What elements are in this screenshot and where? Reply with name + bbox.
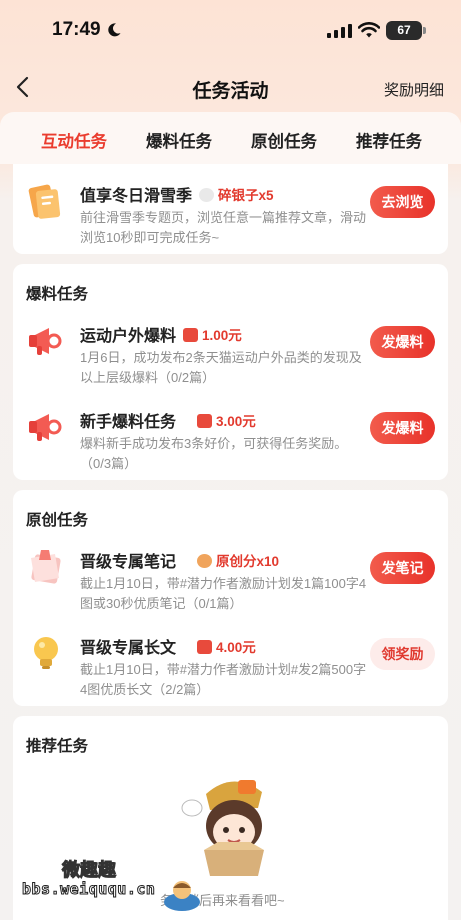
task-item: 晋级专属笔记 原创分x10 截止1月10日，带#潜力作者激励计划发1篇100字4… — [13, 542, 448, 622]
ticket-icon — [28, 184, 61, 219]
section-title: 原创任务 — [26, 512, 89, 529]
task-description: 1月6日，成功发布2条天猫运动户外品类的发现及以上层级爆料（0/2篇） — [80, 350, 362, 385]
interactive-task-card: 值享冬日滑雪季 碎银子x5 前往滑雪季专题页，浏览任意一篇推荐文章，滑动浏览10… — [13, 164, 448, 254]
cellular-signal-icon — [327, 24, 352, 38]
tab-tip-off[interactable]: 爆料任务 — [146, 128, 212, 152]
task-description: 截止1月10日，带#潜力作者激励计划#发2篇500字4图优质长文（2/2篇） — [80, 662, 367, 697]
task-title: 新手爆料任务 — [80, 414, 177, 431]
task-description: 前往滑雪季专题页，浏览任意一篇推荐文章，滑动浏览10秒即可完成任务~ — [80, 210, 367, 245]
reward-details-link[interactable]: 奖励明细 — [384, 79, 444, 100]
post-tip-button[interactable]: 发爆料 — [370, 326, 435, 358]
section-title: 推荐任务 — [26, 738, 89, 755]
task-description: 截止1月10日，带#潜力作者激励计划发1篇100字4图或30秒优质笔记（0/1篇… — [80, 576, 367, 611]
moon-icon — [108, 23, 121, 37]
task-title: 晋级专属笔记 — [80, 554, 177, 571]
task-item: 晋级专属长文 4.00元 截止1月10日，带#潜力作者激励计划#发2篇500字4… — [13, 628, 448, 704]
task-title: 晋级专属长文 — [80, 640, 177, 657]
red-envelope-icon — [197, 640, 212, 654]
claim-reward-button[interactable]: 领奖励 — [370, 638, 435, 670]
task-description: 爆料新手成功发布3条好价，可获得任务奖励。（0/3篇） — [80, 436, 348, 471]
browse-button[interactable]: 去浏览 — [370, 186, 435, 218]
nav-bar: 任务活动 奖励明细 — [0, 62, 461, 112]
note-icon — [31, 550, 61, 584]
watermark-title: 微趣趣 — [62, 860, 117, 881]
task-title: 值享冬日滑雪季 — [80, 188, 193, 205]
original-points-icon — [197, 554, 212, 568]
reward-badge: 3.00元 — [197, 410, 256, 430]
task-title: 运动户外爆料 — [80, 328, 177, 345]
watermark: 微趣趣 bbs.weiququ.cn — [21, 852, 202, 912]
battery-indicator: 67 — [386, 21, 422, 40]
tip-off-card: 爆料任务 运动户外爆料 1.00元 1月6日，成功发布2条天猫运动户外品类的发现… — [13, 264, 448, 480]
tab-bar: 互动任务 爆料任务 原创任务 推荐任务 — [0, 112, 461, 164]
reward-badge: 碎银子x5 — [199, 184, 274, 204]
task-item: 运动户外爆料 1.00元 1月6日，成功发布2条天猫运动户外品类的发现及以上层级… — [13, 316, 448, 396]
lightbulb-icon — [34, 637, 58, 669]
tab-interactive[interactable]: 互动任务 — [41, 128, 107, 152]
silver-icon — [199, 188, 214, 202]
wifi-icon — [358, 22, 380, 38]
original-card: 原创任务 晋级专属笔记 原创分x10 截止1月10日，带#潜力作者激励计划发1篇… — [13, 490, 448, 706]
section-title: 爆料任务 — [26, 286, 89, 303]
tab-original[interactable]: 原创任务 — [251, 128, 317, 152]
battery-tip — [423, 27, 426, 34]
post-note-button[interactable]: 发笔记 — [370, 552, 435, 584]
watermark-url: bbs.weiququ.cn — [21, 880, 156, 899]
task-item: 新手爆料任务 3.00元 爆料新手成功发布3条好价，可获得任务奖励。（0/3篇）… — [13, 402, 448, 478]
post-tip-button[interactable]: 发爆料 — [370, 412, 435, 444]
tab-recommend[interactable]: 推荐任务 — [356, 128, 422, 152]
status-bar: 17:49 67 — [0, 0, 461, 62]
reward-badge: 4.00元 — [197, 636, 256, 656]
megaphone-icon — [29, 414, 62, 441]
red-envelope-icon — [197, 414, 212, 428]
megaphone-icon — [29, 328, 62, 355]
reward-badge: 1.00元 — [183, 324, 242, 344]
red-envelope-icon — [183, 328, 198, 342]
mascot-icon — [164, 881, 200, 911]
status-time: 17:49 — [52, 19, 101, 40]
reward-badge: 原创分x10 — [197, 550, 279, 570]
